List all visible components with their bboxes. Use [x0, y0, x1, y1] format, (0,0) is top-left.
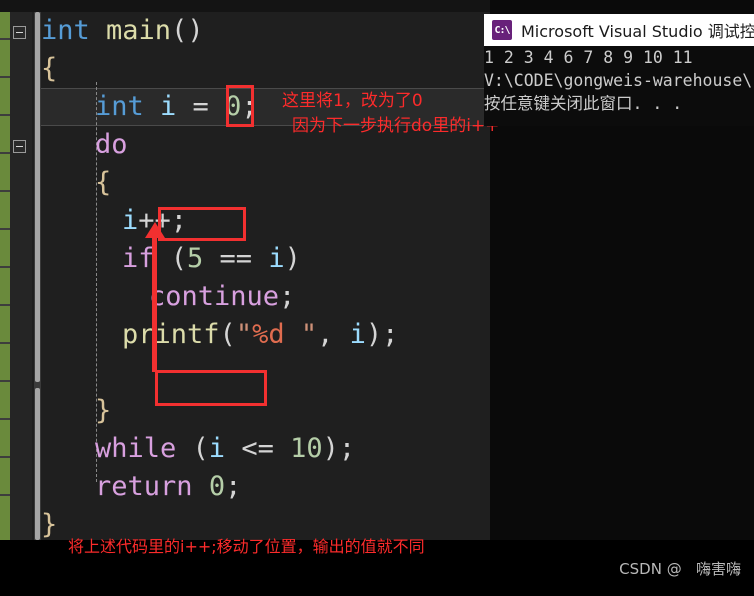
csdn-watermark: CSDN @ 嗨害嗨 [619, 560, 741, 578]
console-title-bar[interactable]: C:\ Microsoft Visual Studio 调试控制台 [484, 14, 754, 46]
code-token: ; [241, 91, 258, 122]
console-title-text: Microsoft Visual Studio 调试控制台 [521, 22, 754, 41]
collapse-toggle-do-block[interactable] [13, 140, 26, 153]
move-arrow-head [145, 222, 165, 238]
code-token: ); [365, 319, 399, 350]
rail-thumb-upper[interactable] [35, 12, 40, 382]
code-token: ; [225, 471, 242, 502]
code-token: } [41, 509, 58, 540]
code-line[interactable]: return 0; [41, 468, 490, 506]
indicator-margin-rail[interactable] [34, 12, 41, 540]
code-token: i [160, 91, 177, 122]
code-token: = [176, 91, 226, 122]
code-token: i [349, 319, 366, 350]
code-line[interactable]: i++; [41, 202, 490, 240]
code-line[interactable]: } [41, 392, 490, 430]
code-token: return [95, 471, 193, 502]
annotation-init-note-line2: 因为下一步执行do里的i++ [292, 116, 500, 136]
code-line[interactable]: { [41, 50, 490, 88]
code-token: " [235, 319, 253, 350]
code-surface[interactable]: int main(){int i = 0; do{i++; if (5 == i) c… [41, 12, 490, 540]
code-token: while [95, 433, 177, 464]
code-token: ( [219, 319, 236, 350]
console-output: 1 2 3 4 6 7 8 9 10 11 V:\CODE\gongweis-wa… [484, 46, 754, 126]
annotation-init-note-line1: 这里将1，改为了0 [282, 91, 423, 111]
code-token: 5 [187, 243, 204, 274]
code-token: , [317, 319, 350, 350]
console-app-icon: C:\ [492, 20, 512, 40]
outlining-gutter[interactable] [10, 12, 32, 540]
editor-top-strip [0, 0, 490, 12]
code-token: { [41, 53, 58, 84]
code-token: %d [252, 319, 285, 350]
code-token: == [203, 243, 269, 274]
code-token: i [122, 205, 139, 236]
console-output-line: V:\CODE\gongweis-warehouse\ [484, 71, 753, 90]
code-editor-pane[interactable]: int main(){int i = 0; do{i++; if (5 == i) c… [0, 0, 490, 540]
code-token: ; [279, 281, 296, 312]
code-line[interactable]: int main() [41, 12, 490, 50]
console-output-line: 按任意键关闭此窗口. . . [484, 94, 683, 113]
move-arrow-shaft [152, 238, 157, 372]
code-token: 0 [225, 91, 242, 122]
code-token: { [95, 167, 112, 198]
code-token: ( [176, 433, 209, 464]
code-token: i [208, 433, 226, 464]
debug-console-window[interactable]: C:\ Microsoft Visual Studio 调试控制台 1 2 3 … [484, 14, 754, 126]
code-token: ); [322, 433, 356, 464]
code-token: <= [225, 433, 291, 464]
code-line[interactable]: if (5 == i) [41, 240, 490, 278]
rail-thumb-lower[interactable] [35, 388, 40, 540]
annotation-bottom-note: 将上述代码里的i++;移动了位置，输出的值就不同 [68, 537, 425, 556]
code-token: int [41, 15, 107, 46]
change-tracking-bar [0, 12, 10, 540]
console-output-line: 1 2 3 4 6 7 8 9 10 11 [484, 48, 693, 67]
code-token: int [95, 91, 161, 122]
code-token: if [122, 243, 155, 274]
code-token: ) [284, 243, 301, 274]
code-token: } [95, 395, 112, 426]
code-line[interactable]: printf("%d ", i); [41, 316, 490, 354]
code-token: continue [149, 281, 280, 312]
code-token: 10 [290, 433, 323, 464]
code-token: printf [122, 319, 220, 350]
code-token: 0 [208, 471, 226, 502]
code-line[interactable]: continue; [41, 278, 490, 316]
code-token: do [95, 129, 128, 160]
code-token: " [284, 319, 318, 350]
code-token: ( [154, 243, 188, 274]
code-token: main [106, 15, 172, 46]
code-line[interactable] [41, 354, 490, 392]
code-line[interactable]: { [41, 164, 490, 202]
collapse-toggle-main[interactable] [13, 26, 26, 39]
code-token: () [171, 15, 204, 46]
code-token: i [268, 243, 285, 274]
code-line[interactable]: while (i <= 10); [41, 430, 490, 468]
